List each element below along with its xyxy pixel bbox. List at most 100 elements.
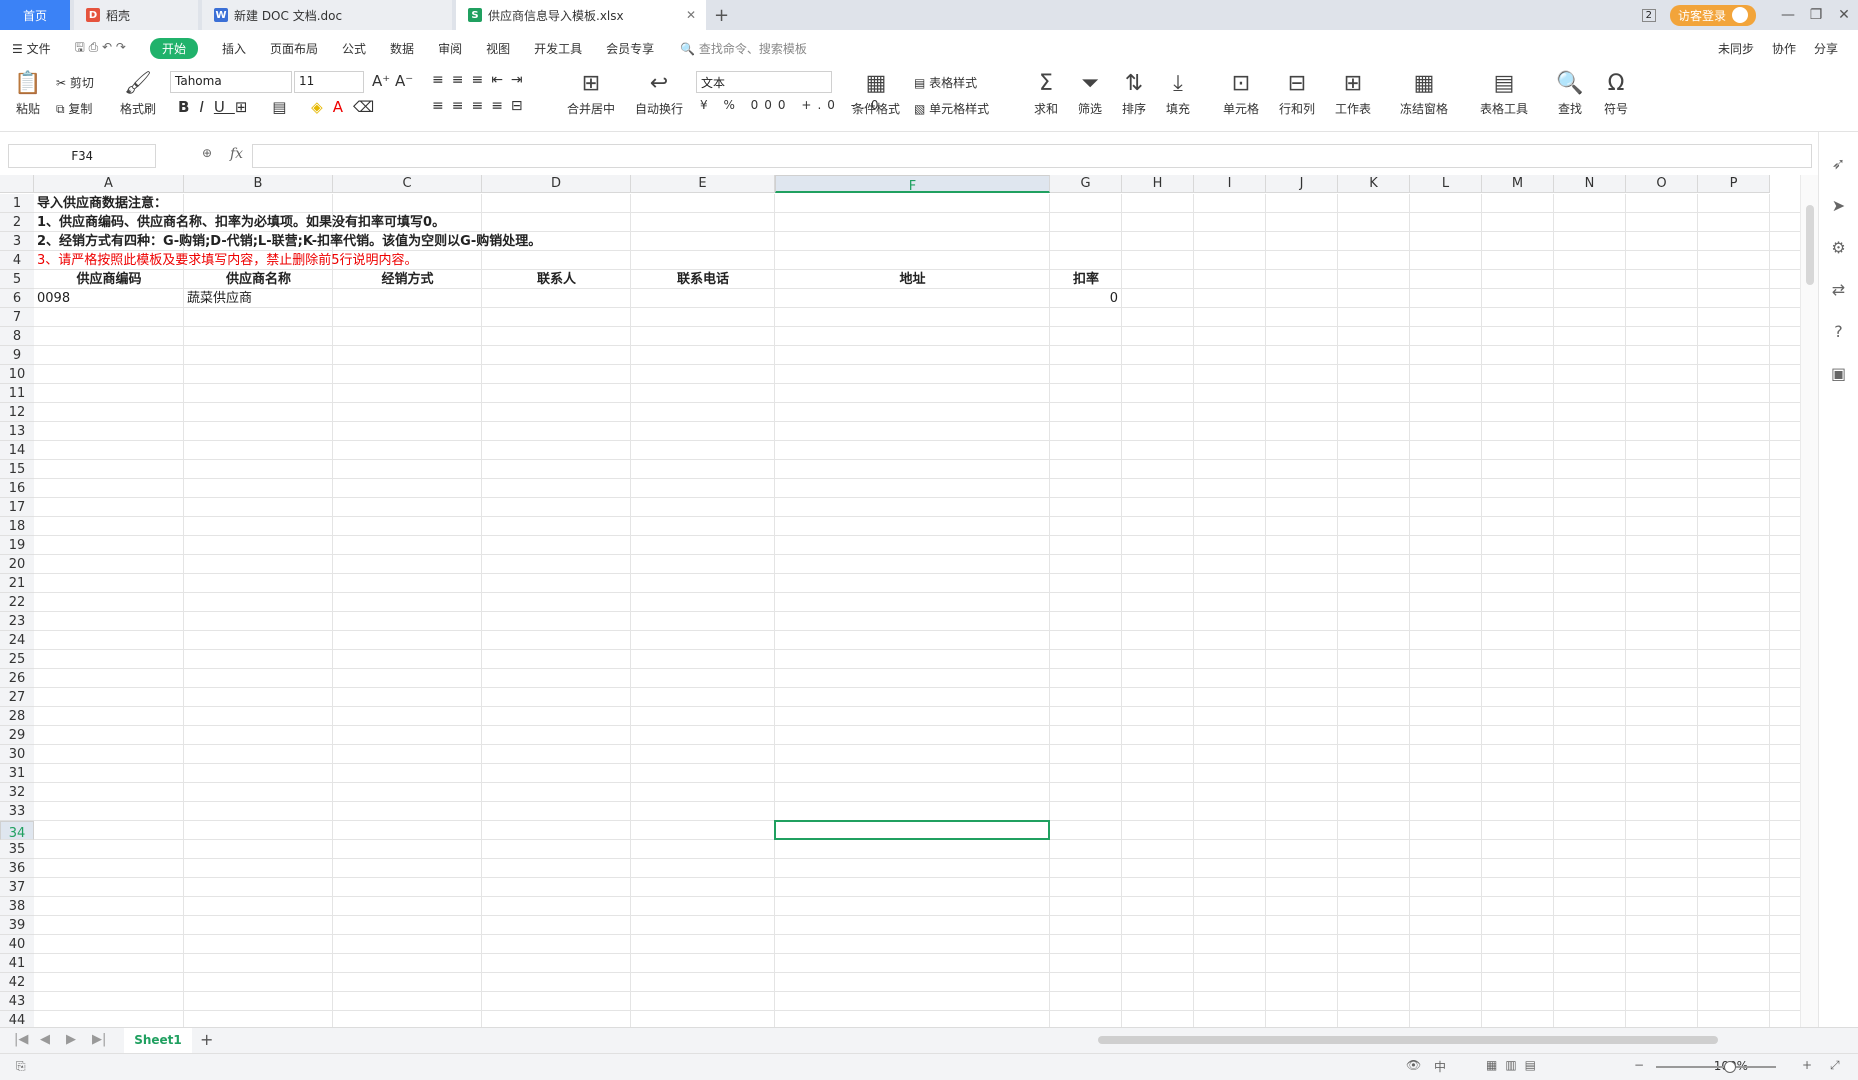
row-header-30[interactable]: 30 <box>0 745 34 764</box>
login-button[interactable]: 访客登录 <box>1669 4 1756 26</box>
fullscreen-icon[interactable]: ⤢ <box>1830 1058 1840 1073</box>
column-header-j[interactable]: J <box>1266 175 1338 193</box>
zoom-formula-icon[interactable]: ⊕ <box>202 146 212 160</box>
header-cell-a[interactable]: 供应商编码 <box>34 270 184 289</box>
tab-xlsx-file[interactable]: S 供应商信息导入模板.xlsx ✕ <box>456 0 706 30</box>
row-header-20[interactable]: 20 <box>0 555 34 574</box>
header-cell-c[interactable]: 经销方式 <box>333 270 482 289</box>
font-size-select[interactable]: 11 <box>294 71 364 93</box>
sheet-tab-sheet1[interactable]: Sheet1 <box>124 1028 192 1054</box>
wrap-text-button[interactable]: ↩ 自动换行 <box>630 72 688 117</box>
row-header-37[interactable]: 37 <box>0 878 34 897</box>
font-size-up-icon[interactable]: A⁺ A⁻ <box>372 72 413 90</box>
table-tools-button[interactable]: ▤ 表格工具 <box>1474 72 1534 117</box>
tab-home[interactable]: 首页 <box>0 0 70 30</box>
column-header-n[interactable]: N <box>1554 175 1626 193</box>
header-cell-f[interactable]: 地址 <box>775 270 1050 289</box>
menu-formula[interactable]: 公式 <box>342 40 366 57</box>
row-header-13[interactable]: 13 <box>0 422 34 441</box>
close-tab-icon[interactable]: ✕ <box>686 8 696 22</box>
row-header-42[interactable]: 42 <box>0 973 34 992</box>
row-header-5[interactable]: 5 <box>0 270 34 289</box>
menu-developer[interactable]: 开发工具 <box>534 40 582 57</box>
row-header-4[interactable]: 4 <box>0 251 34 270</box>
menu-file[interactable]: ☰ 文件 <box>12 40 51 57</box>
row-header-33[interactable]: 33 <box>0 802 34 821</box>
sum-button[interactable]: Σ 求和 <box>1026 72 1066 117</box>
column-header-d[interactable]: D <box>482 175 631 193</box>
menu-member[interactable]: 会员专享 <box>606 40 654 57</box>
zoom-slider[interactable] <box>1656 1061 1776 1073</box>
merge-center-button[interactable]: ⊞ 合并居中 <box>562 72 620 117</box>
cell-style-button[interactable]: ▧ 单元格样式 <box>914 100 989 117</box>
row-header-38[interactable]: 38 <box>0 897 34 916</box>
cell-g6[interactable]: 0 <box>1050 289 1118 308</box>
pointer-icon[interactable]: ➤ <box>1829 196 1849 216</box>
row-header-2[interactable]: 2 <box>0 213 34 232</box>
font-family-select[interactable]: Tahoma <box>170 71 292 93</box>
cell-a4[interactable]: 3、请严格按照此模板及要求填写内容，禁止删除前5行说明内容。 <box>37 251 418 270</box>
row-header-29[interactable]: 29 <box>0 726 34 745</box>
column-header-k[interactable]: K <box>1338 175 1410 193</box>
format-painter-button[interactable]: 🖌 格式刷 <box>118 72 158 117</box>
row-header-9[interactable]: 9 <box>0 346 34 365</box>
row-header-41[interactable]: 41 <box>0 954 34 973</box>
row-header-36[interactable]: 36 <box>0 859 34 878</box>
column-header-m[interactable]: M <box>1482 175 1554 193</box>
row-header-11[interactable]: 11 <box>0 384 34 403</box>
view-mode-icons[interactable]: ▦▥▤ <box>1486 1058 1544 1072</box>
column-header-c[interactable]: C <box>333 175 482 193</box>
row-header-24[interactable]: 24 <box>0 631 34 650</box>
fx-icon[interactable]: fx <box>230 146 243 162</box>
tab-doc-file[interactable]: W 新建 DOC 文档.doc <box>202 0 452 30</box>
row-header-23[interactable]: 23 <box>0 612 34 631</box>
zoom-out-icon[interactable]: − <box>1634 1058 1644 1072</box>
conditional-format-button[interactable]: ▦ 条件格式 <box>846 72 906 117</box>
table-style-button[interactable]: ▤ 表格样式 <box>914 74 977 91</box>
column-header-l[interactable]: L <box>1410 175 1482 193</box>
quick-save-icon[interactable]: 🖫 ⎙ ↶ ↷ <box>75 38 126 59</box>
row-header-25[interactable]: 25 <box>0 650 34 669</box>
cell-a6[interactable]: 0098 <box>37 289 70 308</box>
worksheet-button[interactable]: ⊞ 工作表 <box>1328 72 1378 117</box>
filter-button[interactable]: ⏷ 筛选 <box>1070 72 1110 117</box>
row-header-15[interactable]: 15 <box>0 460 34 479</box>
row-header-22[interactable]: 22 <box>0 593 34 612</box>
column-header-b[interactable]: B <box>184 175 333 193</box>
row-header-27[interactable]: 27 <box>0 688 34 707</box>
row-header-19[interactable]: 19 <box>0 536 34 555</box>
row-header-28[interactable]: 28 <box>0 707 34 726</box>
zoom-in-icon[interactable]: + <box>1802 1058 1812 1072</box>
sync-button[interactable]: 未同步 <box>1718 40 1754 57</box>
share-button[interactable]: 分享 <box>1814 40 1838 57</box>
next-sheet-icon[interactable]: ▶ <box>66 1032 76 1047</box>
add-sheet-button[interactable]: + <box>200 1030 213 1049</box>
align-top-buttons[interactable]: ≡≡≡⇤⇥ <box>432 72 531 88</box>
menu-data[interactable]: 数据 <box>390 40 414 57</box>
column-header-p[interactable]: P <box>1698 175 1770 193</box>
rocket-icon[interactable]: ➶ <box>1829 154 1849 174</box>
header-cell-g[interactable]: 扣率 <box>1050 270 1122 289</box>
row-header-18[interactable]: 18 <box>0 517 34 536</box>
macro-icon[interactable]: ⎘ <box>16 1059 26 1074</box>
fill-button[interactable]: ⤓ 填充 <box>1158 72 1198 117</box>
header-cell-e[interactable]: 联系电话 <box>631 270 775 289</box>
paste-button[interactable]: 📋 粘贴 <box>10 72 46 117</box>
transform-icon[interactable]: ⇄ <box>1829 280 1849 300</box>
row-header-14[interactable]: 14 <box>0 441 34 460</box>
row-header-44[interactable]: 44 <box>0 1011 34 1027</box>
copy-button[interactable]: ⧉ 复制 <box>56 100 92 117</box>
row-header-43[interactable]: 43 <box>0 992 34 1011</box>
row-header-10[interactable]: 10 <box>0 365 34 384</box>
new-tab-button[interactable]: + <box>714 5 729 26</box>
command-search[interactable]: 🔍 查找命令、搜索模板 <box>680 40 807 57</box>
column-header-h[interactable]: H <box>1122 175 1194 193</box>
image-icon[interactable]: ▣ <box>1829 364 1849 384</box>
freeze-panes-button[interactable]: ▦ 冻结窗格 <box>1394 72 1454 117</box>
last-sheet-icon[interactable]: ▶| <box>92 1032 106 1047</box>
menu-view[interactable]: 视图 <box>486 40 510 57</box>
cut-button[interactable]: ✂ 剪切 <box>56 74 94 91</box>
window-count-badge[interactable]: 2 <box>1641 8 1656 22</box>
settings-sliders-icon[interactable]: ⚙ <box>1829 238 1849 258</box>
first-sheet-icon[interactable]: |◀ <box>14 1032 28 1047</box>
